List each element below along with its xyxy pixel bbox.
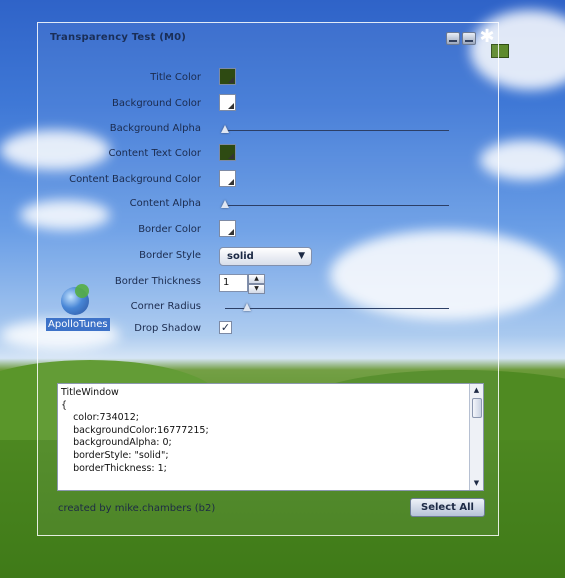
border-color-swatch[interactable] bbox=[219, 220, 236, 237]
background-alpha-slider[interactable] bbox=[221, 125, 449, 133]
border-color-label: Border Color bbox=[138, 224, 201, 235]
scroll-down-icon[interactable]: ▼ bbox=[471, 478, 482, 489]
code-line: color:734012; bbox=[61, 412, 139, 424]
css-output-textarea[interactable]: TitleWindow{ color:734012; backgroundCol… bbox=[57, 383, 484, 491]
corner-radius-thumb[interactable] bbox=[243, 303, 252, 311]
drop-shadow-checkbox[interactable]: ✓ bbox=[219, 321, 232, 334]
border-thickness-label: Border Thickness bbox=[114, 276, 201, 287]
content-text-color-label: Content Text Color bbox=[108, 148, 201, 159]
code-line: borderStyle: "solid"; bbox=[61, 449, 169, 461]
corner-radius-slider[interactable] bbox=[225, 303, 449, 311]
content-text-color-swatch[interactable] bbox=[219, 144, 236, 161]
background-color-swatch[interactable] bbox=[219, 94, 236, 111]
code-line: backgroundColor:16777215; bbox=[61, 424, 209, 436]
css-output-lines: TitleWindow{ color:734012; backgroundCol… bbox=[61, 387, 467, 475]
content-alpha-label: Content Alpha bbox=[129, 198, 201, 209]
content-background-color-label: Content Background Color bbox=[69, 174, 201, 185]
content-alpha-slider[interactable] bbox=[221, 200, 449, 208]
maximize-button[interactable] bbox=[462, 32, 476, 45]
border-thickness-input[interactable]: 1 bbox=[219, 274, 248, 292]
drop-shadow-label: Drop Shadow bbox=[134, 323, 201, 334]
background-alpha-thumb[interactable] bbox=[221, 125, 229, 133]
code-line: TitleWindow bbox=[61, 387, 119, 398]
code-line: borderThickness: 1; bbox=[61, 462, 167, 474]
code-scrollbar[interactable]: ▲ ▼ bbox=[469, 384, 483, 490]
border-style-label: Border Style bbox=[139, 250, 201, 261]
background-alpha-label: Background Alpha bbox=[109, 123, 201, 134]
border-style-value: solid bbox=[227, 251, 254, 262]
transparency-window: Transparency Test (M0) ✱ Title Color Bac… bbox=[37, 22, 499, 536]
stepper-down-icon[interactable]: ▼ bbox=[248, 284, 265, 294]
content-background-color-swatch[interactable] bbox=[219, 170, 236, 187]
close-button[interactable]: ✱ bbox=[478, 28, 496, 46]
border-thickness-stepper[interactable]: ▲ ▼ bbox=[248, 274, 265, 294]
title-color-swatch[interactable] bbox=[219, 68, 236, 85]
border-style-select[interactable]: solid ▼ bbox=[219, 247, 312, 266]
window-title: Transparency Test (M0) bbox=[50, 32, 187, 43]
minimize-button[interactable] bbox=[446, 32, 460, 45]
code-line: { bbox=[61, 399, 68, 411]
chevron-down-icon: ▼ bbox=[298, 251, 305, 261]
scroll-up-icon[interactable]: ▲ bbox=[471, 385, 482, 396]
scroll-thumb[interactable] bbox=[472, 398, 482, 418]
code-line: backgroundAlpha: 0; bbox=[61, 437, 172, 449]
title-color-label: Title Color bbox=[150, 72, 201, 83]
stepper-up-icon[interactable]: ▲ bbox=[248, 274, 265, 284]
corner-radius-label: Corner Radius bbox=[130, 301, 201, 312]
content-alpha-thumb[interactable] bbox=[221, 200, 229, 208]
select-all-button[interactable]: Select All bbox=[410, 498, 485, 517]
background-color-label: Background Color bbox=[112, 98, 201, 109]
credit-text: created by mike.chambers (b2) bbox=[58, 503, 216, 514]
border-thickness-value: 1 bbox=[223, 277, 230, 288]
